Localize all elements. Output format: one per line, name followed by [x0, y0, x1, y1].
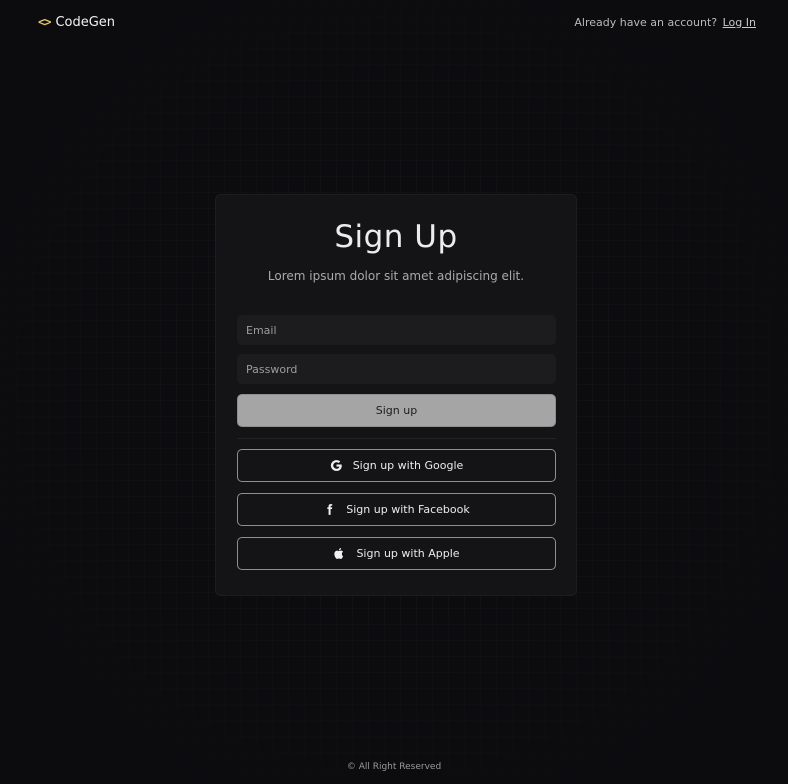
account-prompt: Already have an account? Log In	[574, 16, 756, 29]
facebook-signup-button[interactable]: Sign up with Facebook	[237, 493, 556, 526]
divider	[237, 438, 556, 439]
apple-icon	[334, 547, 344, 559]
apple-signup-label: Sign up with Apple	[356, 547, 460, 560]
account-prompt-text: Already have an account?	[574, 15, 718, 29]
facebook-signup-label: Sign up with Facebook	[346, 503, 470, 516]
login-link[interactable]: Log In	[723, 16, 756, 29]
top-bar: <> CodeGen Already have an account? Log …	[0, 0, 788, 44]
brand-name: CodeGen	[55, 14, 116, 30]
brand[interactable]: <> CodeGen	[38, 15, 115, 30]
page-title: Sign Up	[334, 219, 458, 255]
apple-signup-button[interactable]: Sign up with Apple	[237, 537, 556, 570]
password-field[interactable]	[237, 354, 556, 384]
signup-button[interactable]: Sign up	[237, 394, 556, 427]
page-subtitle: Lorem ipsum dolor sit amet adipiscing el…	[267, 269, 525, 283]
google-icon	[330, 460, 342, 471]
facebook-icon	[327, 504, 333, 515]
signup-page: <> CodeGen Already have an account? Log …	[0, 0, 788, 784]
footer: © All Right Reserved	[0, 762, 788, 772]
copyright-text: © All Right Reserved	[346, 762, 442, 772]
code-brackets-icon: <>	[38, 15, 51, 29]
google-signup-label: Sign up with Google	[352, 459, 464, 472]
signup-card: Sign Up Lorem ipsum dolor sit amet adipi…	[215, 194, 577, 596]
google-signup-button[interactable]: Sign up with Google	[237, 449, 556, 482]
email-field[interactable]	[237, 315, 556, 345]
